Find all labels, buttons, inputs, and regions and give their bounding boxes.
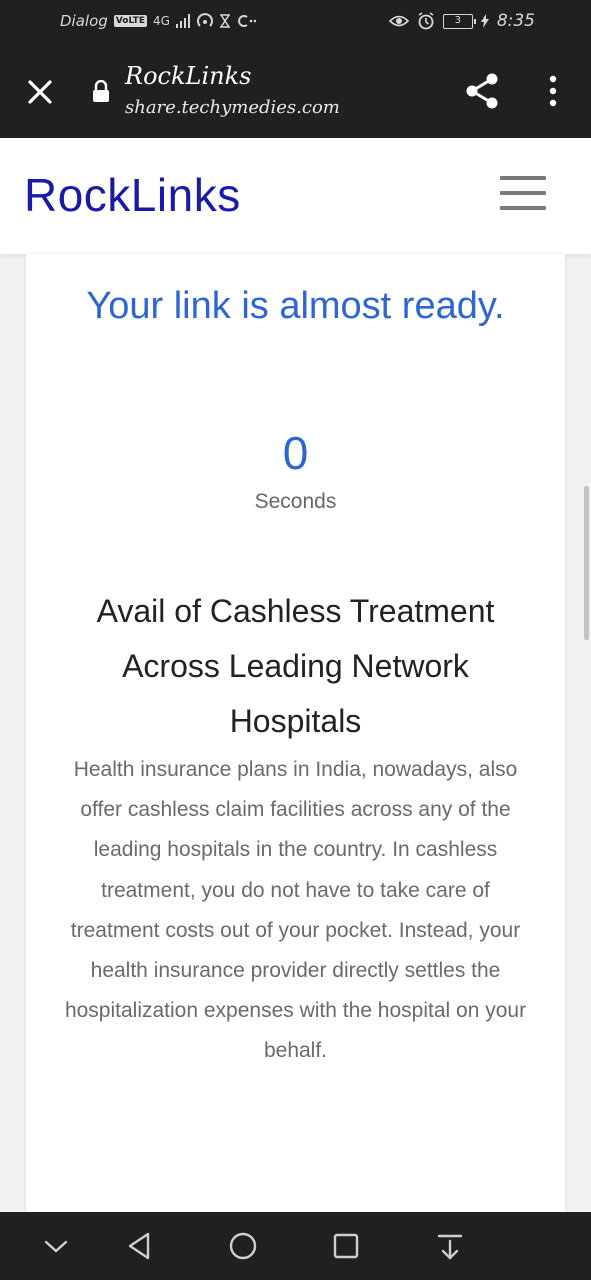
more-vert-icon[interactable] <box>544 74 562 108</box>
app-bar-title: RockLinks <box>125 62 252 90</box>
menu-line-icon <box>500 191 546 195</box>
clock: 8:35 <box>496 11 535 31</box>
article-body: Health insurance plans in India, nowaday… <box>64 758 527 1063</box>
system-nav-bar <box>0 1212 591 1280</box>
lock-icon <box>93 80 109 102</box>
hourglass-icon <box>219 14 230 28</box>
link-ready-headline: Your link is almost ready. <box>86 285 505 327</box>
network-type: 4G <box>152 14 170 28</box>
content-card: Your link is almost ready. 0 Seconds Ava… <box>26 254 565 1212</box>
back-icon[interactable] <box>122 1228 158 1264</box>
battery-level: 3 <box>454 14 461 26</box>
article-title: Avail of Cashless Treatment Across Leadi… <box>96 593 495 739</box>
menu-line-icon <box>500 176 546 180</box>
close-icon[interactable] <box>24 76 56 108</box>
share-icon[interactable] <box>464 72 500 110</box>
status-bar: Dialog VoLTE 4G 3 8:35 <box>0 0 591 46</box>
collapse-icon[interactable] <box>38 1228 74 1264</box>
hotspot-icon <box>197 13 213 27</box>
status-right: 3 8:35 <box>388 11 535 31</box>
charging-icon <box>480 14 489 28</box>
notification-pull-icon[interactable] <box>432 1228 468 1264</box>
site-header: RockLinks <box>0 138 591 254</box>
browser-app-bar: RockLinks share.techymedies.com <box>0 46 591 138</box>
eye-icon <box>388 15 409 27</box>
carrier-label: Dialog <box>60 12 108 30</box>
recents-icon[interactable] <box>328 1228 364 1264</box>
signal-icon <box>175 14 190 28</box>
alarm-icon <box>418 12 434 30</box>
volte-badge: VoLTE <box>113 15 147 27</box>
battery-icon: 3 <box>442 13 476 29</box>
hamburger-menu-button[interactable] <box>500 176 548 214</box>
countdown-label: Seconds <box>254 490 337 513</box>
app-bar-url: share.techymedies.com <box>125 97 340 118</box>
sync-icon <box>237 15 256 27</box>
menu-line-icon <box>500 206 546 210</box>
home-icon[interactable] <box>225 1228 261 1264</box>
countdown-value: 0 <box>282 427 309 479</box>
site-logo[interactable]: RockLinks <box>24 168 241 222</box>
status-left: Dialog VoLTE 4G <box>60 12 256 30</box>
page-scrollbar[interactable] <box>584 486 589 640</box>
